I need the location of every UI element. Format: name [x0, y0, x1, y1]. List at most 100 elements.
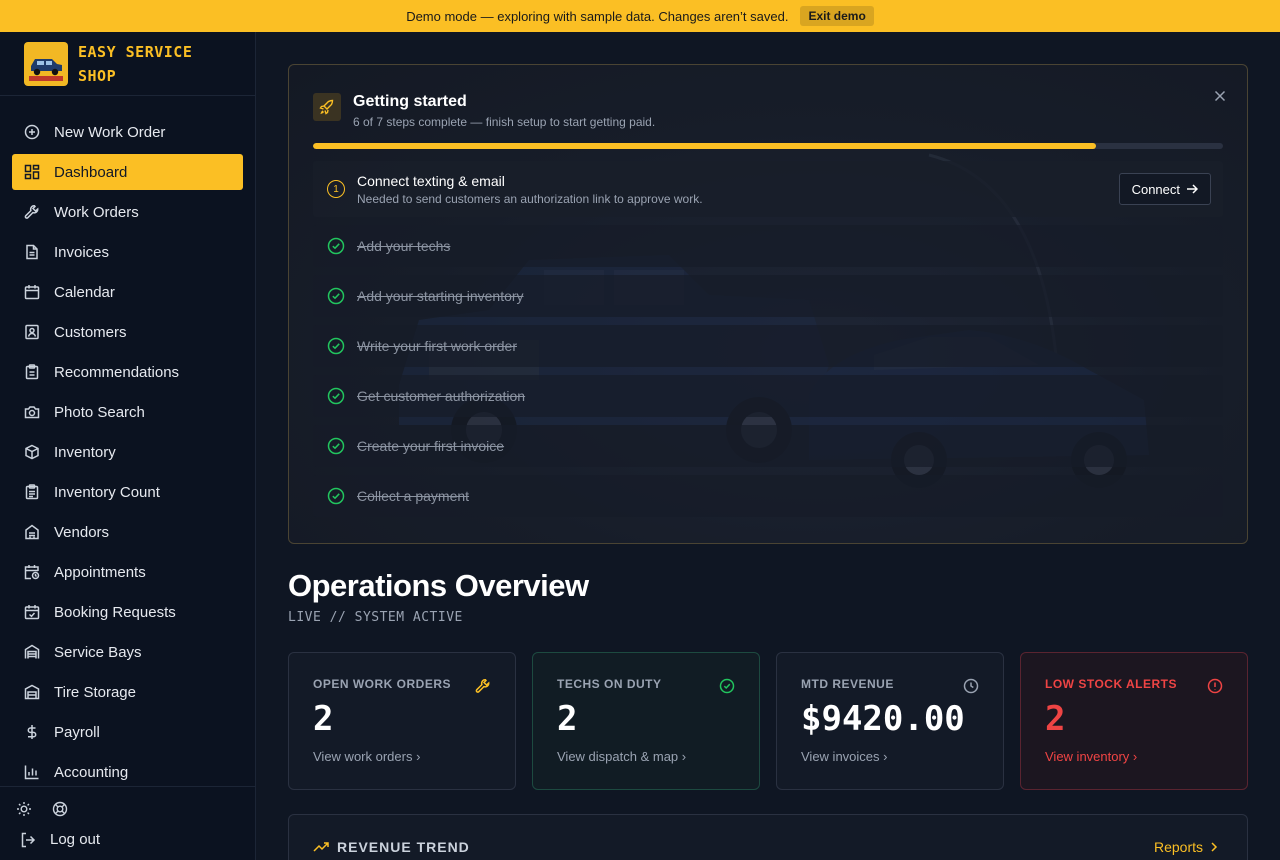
connect-button-label: Connect [1131, 181, 1180, 197]
demo-banner: Demo mode — exploring with sample data. … [0, 0, 1280, 32]
view-work-orders-link[interactable]: View work orders › [313, 749, 420, 764]
sidebar-item-work-orders[interactable]: Work Orders [12, 194, 243, 230]
rocket-icon [313, 93, 341, 121]
storage-icon [24, 684, 40, 700]
getting-started-subtitle: 6 of 7 steps complete — finish setup to … [353, 115, 656, 129]
demo-banner-message: Demo mode — exploring with sample data. … [406, 8, 789, 24]
link-label: View work orders [313, 749, 413, 764]
stat-card-mtd-revenue: MTD REVENUE $9420.00 View invoices › [776, 652, 1004, 790]
link-label: View invoices [801, 749, 880, 764]
setup-step-connect: 1 Connect texting & email Needed to send… [313, 161, 1223, 217]
sidebar-item-payroll[interactable]: Payroll [12, 714, 243, 750]
check-circle-icon [719, 678, 735, 694]
logout-button[interactable]: Log out [16, 831, 239, 848]
stat-label: MTD REVENUE [801, 677, 894, 691]
brand[interactable]: EASY SERVICE SHOP [0, 32, 255, 96]
getting-started-card: Getting started 6 of 7 steps complete — … [288, 64, 1248, 544]
sidebar-item-booking-requests[interactable]: Booking Requests [12, 594, 243, 630]
stat-label: TECHS ON DUTY [557, 677, 662, 691]
chevron-right-icon [1209, 842, 1219, 852]
step-label: Collect a payment [357, 488, 470, 504]
setup-step-completed: Write your first work order [313, 325, 1223, 367]
step-description: Needed to send customers an authorizatio… [357, 191, 703, 206]
sidebar-item-tire-storage[interactable]: Tire Storage [12, 674, 243, 710]
logout-label: Log out [50, 831, 101, 848]
dollar-icon [24, 724, 40, 740]
plus-circle-icon [24, 124, 40, 140]
sidebar-item-label: Accounting [54, 763, 129, 781]
view-dispatch-map-link[interactable]: View dispatch & map › [557, 749, 686, 764]
setup-step-completed: Add your techs [313, 225, 1223, 267]
step-label: Add your techs [357, 238, 451, 254]
sidebar-item-accounting[interactable]: Accounting [12, 754, 243, 790]
warehouse-icon [24, 644, 40, 660]
stat-label: LOW STOCK ALERTS [1045, 677, 1177, 691]
calendar-icon [24, 284, 40, 300]
wrench-icon [24, 204, 40, 220]
clock-icon [963, 678, 979, 694]
revenue-trend-card: REVENUE TREND Reports [288, 814, 1248, 860]
sidebar-item-label: Appointments [54, 563, 146, 581]
building-icon [24, 524, 40, 540]
setup-step-completed: Get customer authorization [313, 375, 1223, 417]
shop-logo [24, 41, 68, 86]
sidebar-item-inventory[interactable]: Inventory [12, 434, 243, 470]
brand-name-line1: EASY SERVICE [78, 42, 193, 61]
connect-button[interactable]: Connect [1118, 173, 1211, 205]
check-circle-icon [327, 487, 345, 505]
stat-value: 2 [557, 699, 578, 739]
contact-icon [24, 324, 40, 340]
check-circle-icon [327, 287, 345, 305]
sidebar-item-label: Booking Requests [54, 603, 176, 621]
alert-circle-icon [1207, 678, 1223, 694]
check-circle-icon [327, 237, 345, 255]
stat-value: $9420.00 [801, 699, 965, 739]
step-title: Connect texting & email [357, 172, 505, 189]
sidebar-item-calendar[interactable]: Calendar [12, 274, 243, 310]
stat-value: 2 [313, 699, 334, 739]
view-invoices-link[interactable]: View invoices › [801, 749, 887, 764]
help-lifebuoy-icon[interactable] [52, 801, 68, 817]
clipboard-icon [24, 364, 40, 380]
stat-card-techs-on-duty: TECHS ON DUTY 2 View dispatch & map › [532, 652, 760, 790]
sidebar-item-vendors[interactable]: Vendors [12, 514, 243, 550]
setup-steps-list: 1 Connect texting & email Needed to send… [313, 161, 1223, 525]
theme-toggle-sun-icon[interactable] [16, 801, 32, 817]
sidebar: EASY SERVICE SHOP New Work Order Dashboa… [0, 32, 256, 860]
revenue-trend-title: REVENUE TREND [337, 839, 470, 855]
setup-step-completed: Add your starting inventory [313, 275, 1223, 317]
sidebar-item-label: Inventory [54, 443, 116, 461]
getting-started-title: Getting started [353, 93, 467, 110]
bar-chart-icon [24, 764, 40, 780]
sidebar-item-dashboard[interactable]: Dashboard [12, 154, 243, 190]
stat-label: OPEN WORK ORDERS [313, 677, 452, 691]
stat-card-low-stock-alerts: LOW STOCK ALERTS 2 View inventory › [1020, 652, 1248, 790]
page-subtitle: LIVE // SYSTEM ACTIVE [288, 610, 463, 625]
page-title: Operations Overview [288, 568, 589, 603]
sidebar-item-appointments[interactable]: Appointments [12, 554, 243, 590]
setup-step-completed: Collect a payment [313, 475, 1223, 517]
calendar-clock-icon [24, 564, 40, 580]
logout-icon [20, 832, 36, 848]
sidebar-item-service-bays[interactable]: Service Bays [12, 634, 243, 670]
view-inventory-link[interactable]: View inventory › [1045, 749, 1137, 764]
sidebar-item-label: Payroll [54, 723, 100, 741]
sidebar-item-label: Customers [54, 323, 127, 341]
reports-link[interactable]: Reports [1154, 839, 1219, 855]
package-icon [24, 444, 40, 460]
sidebar-item-inventory-count[interactable]: Inventory Count [12, 474, 243, 510]
close-icon[interactable] [1213, 89, 1227, 103]
check-circle-icon [327, 387, 345, 405]
sidebar-item-photo-search[interactable]: Photo Search [12, 394, 243, 430]
dashboard-icon [24, 164, 40, 180]
exit-demo-button[interactable]: Exit demo [800, 6, 874, 26]
sidebar-item-invoices[interactable]: Invoices [12, 234, 243, 270]
sidebar-item-recommendations[interactable]: Recommendations [12, 354, 243, 390]
sidebar-item-label: Dashboard [54, 163, 128, 181]
sidebar-item-customers[interactable]: Customers [12, 314, 243, 350]
sidebar-item-label: Tire Storage [54, 683, 136, 701]
sidebar-item-label: Photo Search [54, 403, 145, 421]
sidebar-item-new-work-order[interactable]: New Work Order [12, 114, 243, 150]
stats-row: OPEN WORK ORDERS 2 View work orders › TE… [288, 652, 1248, 790]
getting-started-header: Getting started 6 of 7 steps complete — … [313, 93, 655, 129]
